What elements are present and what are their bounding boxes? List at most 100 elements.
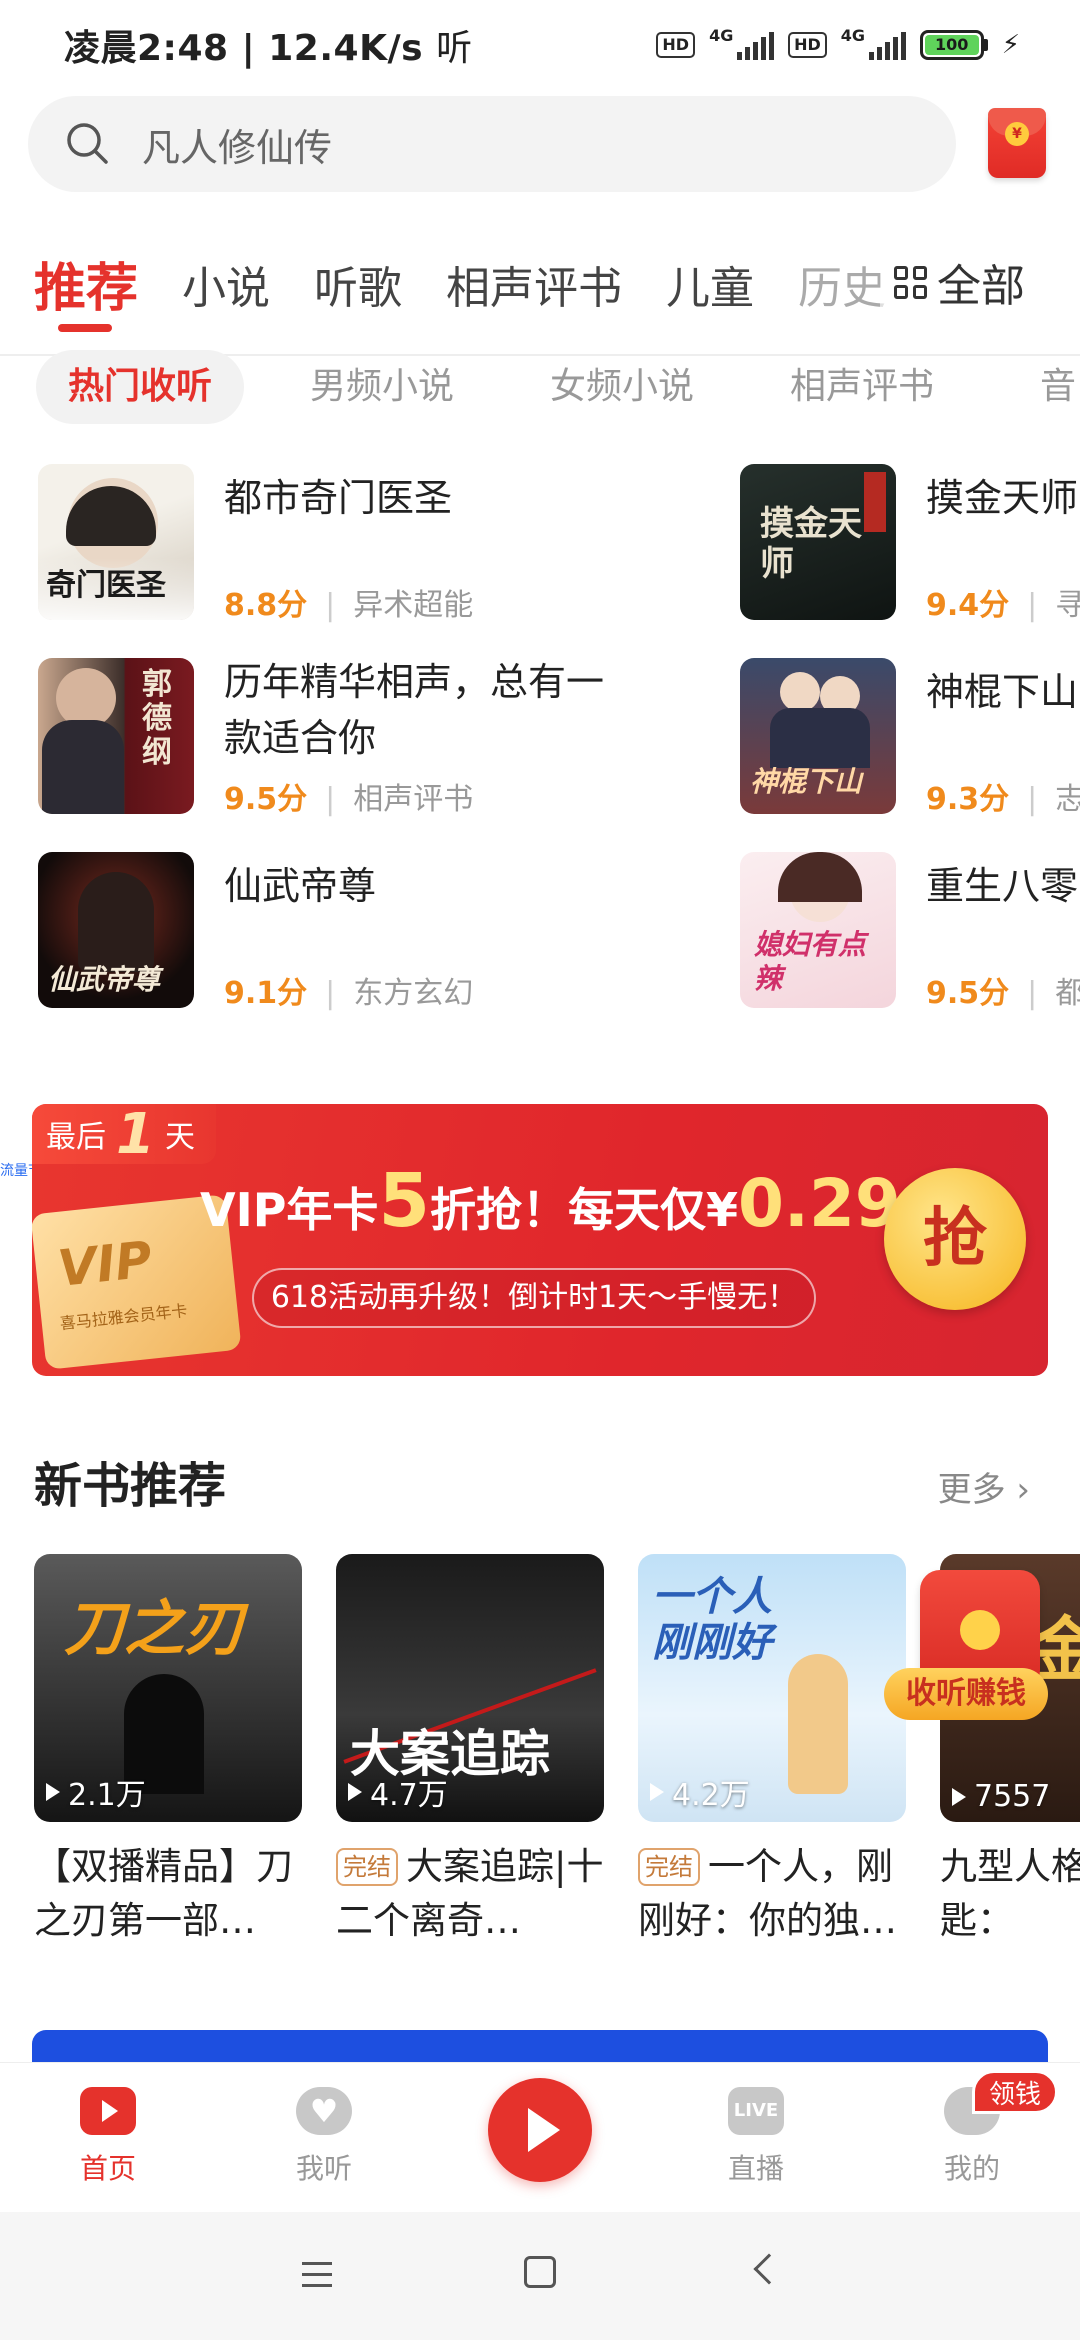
sub-tabs: 热门收听 男频小说 女频小说 相声评书 音 bbox=[0, 350, 1080, 428]
signal-icon: 4G bbox=[709, 26, 775, 60]
subtab-male-novel[interactable]: 男频小说 bbox=[310, 350, 454, 424]
status-bar: 凌晨2:48 | 12.4K/s 听 HD 4G HD 4G 100 ⚡ bbox=[0, 0, 1080, 90]
home-square-icon[interactable] bbox=[524, 2256, 556, 2288]
subtab-hot[interactable]: 热门收听 bbox=[36, 350, 245, 424]
book-score: 9.3分 bbox=[926, 782, 1010, 817]
cover-title: 奇门医圣 bbox=[46, 568, 166, 603]
tab-history[interactable]: 历史 bbox=[798, 252, 886, 316]
book-item[interactable]: 媳妇有点辣 重生八零 9.5分 | 都 bbox=[740, 852, 1080, 1012]
nav-listen[interactable]: 我听 bbox=[264, 2087, 384, 2187]
book-meta: 8.8分 | 异术超能 bbox=[224, 588, 474, 623]
play-count: 7557 bbox=[952, 1779, 1050, 1814]
subtab-female-novel[interactable]: 女频小说 bbox=[550, 350, 694, 424]
play-button[interactable] bbox=[488, 2078, 592, 2182]
book-title: 重生八零 bbox=[926, 864, 1079, 908]
play-count: 4.2万 bbox=[650, 1770, 750, 1814]
tab-children[interactable]: 儿童 bbox=[666, 252, 754, 316]
new-book-title-text: 九型人格金钥匙： bbox=[940, 1845, 1080, 1942]
nav-me-label: 我的 bbox=[943, 2152, 1000, 2185]
nav-live[interactable]: LIVE 直播 bbox=[696, 2087, 816, 2187]
new-book-card[interactable]: 刀之刃 2.1万 【双播精品】刀之刃第一部… bbox=[34, 1554, 302, 1948]
book-meta: 9.5分 | 相声评书 bbox=[224, 782, 474, 817]
book-meta: 9.3分 | 志 bbox=[926, 774, 1080, 818]
all-categories-label: 全部 bbox=[937, 261, 1025, 312]
book-cover: 仙武帝尊 bbox=[38, 852, 194, 1008]
back-icon[interactable] bbox=[753, 2253, 785, 2285]
book-score: 9.5分 bbox=[926, 976, 1010, 1011]
grab-button[interactable]: 抢 bbox=[884, 1168, 1026, 1310]
book-item[interactable]: 摸金天师 摸金天师 9.4分 | 寻 bbox=[740, 464, 1080, 624]
heart-icon bbox=[296, 2087, 352, 2135]
book-cover: 媳妇有点辣 bbox=[740, 852, 896, 1008]
red-envelope-icon[interactable]: ¥ bbox=[988, 108, 1046, 178]
vip-card-text: VIP bbox=[55, 1230, 155, 1298]
book-item[interactable]: 郭德纲 历年精华相声，总有一款适合你 9.5分 | 相声评书 bbox=[38, 658, 678, 818]
new-book-card[interactable]: 一个人刚刚好 4.2万 完结 一个人，刚刚好：你的独… bbox=[638, 1554, 906, 1948]
book-item[interactable]: 奇门医圣 都市奇门医圣 8.8分 | 异术超能 bbox=[38, 464, 678, 624]
play-icon bbox=[650, 1783, 664, 1801]
network-label: 4G bbox=[709, 26, 734, 45]
tab-recommend[interactable]: 推荐 bbox=[34, 246, 138, 321]
book-category: 相声评书 bbox=[353, 782, 474, 817]
book-score: 8.8分 bbox=[224, 588, 308, 623]
book-meta: 9.5分 | 都 bbox=[926, 968, 1080, 1012]
charging-icon: ⚡ bbox=[1001, 30, 1020, 60]
book-category: 东方玄幻 bbox=[353, 976, 474, 1011]
grid-icon bbox=[894, 265, 927, 299]
book-meta: 9.4分 | 寻 bbox=[926, 580, 1080, 624]
new-book-title: 完结 大案追踪|十二个离奇… bbox=[336, 1840, 606, 1948]
more-label: 更多 bbox=[937, 1470, 1006, 1510]
banner-subtitle: 618活动再升级！倒计时1天～手慢无！ bbox=[252, 1268, 816, 1328]
book-item[interactable]: 神棍下山 神棍下山 9.3分 | 志 bbox=[740, 658, 1080, 818]
listen-earn-label: 收听赚钱 bbox=[884, 1668, 1048, 1720]
book-cover: 摸金天师 bbox=[740, 464, 896, 620]
home-icon bbox=[80, 2087, 136, 2135]
tab-crosstalk[interactable]: 相声评书 bbox=[446, 252, 622, 316]
new-book-cover: 刀之刃 2.1万 bbox=[34, 1554, 302, 1822]
book-score: 9.5分 bbox=[224, 782, 308, 817]
tab-music[interactable]: 听歌 bbox=[314, 252, 402, 316]
vip-card-sub: 喜马拉雅会员年卡 bbox=[58, 1300, 189, 1334]
new-book-title: 九型人格金钥匙： bbox=[940, 1840, 1080, 1948]
play-count-value: 4.7万 bbox=[370, 1778, 448, 1813]
completed-badge: 完结 bbox=[638, 1848, 700, 1886]
subtab-crosstalk[interactable]: 相声评书 bbox=[790, 350, 934, 424]
subtab-music[interactable]: 音 bbox=[1040, 350, 1076, 424]
book-category: 都 bbox=[1055, 976, 1080, 1011]
cover-title: 一个人刚刚好 bbox=[652, 1574, 772, 1666]
book-score: 9.4分 bbox=[926, 588, 1010, 623]
menu-icon[interactable] bbox=[302, 2262, 332, 2295]
listen-earn-button[interactable]: 收听赚钱 bbox=[880, 1570, 1080, 1720]
cover-title: 媳妇有点辣 bbox=[754, 928, 867, 995]
play-count: 2.1万 bbox=[46, 1770, 146, 1814]
status-time: 凌晨2:48 | 12.4K/s 听 bbox=[64, 19, 473, 71]
tab-novel[interactable]: 小说 bbox=[182, 252, 270, 316]
battery-icon: 100 bbox=[919, 30, 988, 60]
nav-home-label: 首页 bbox=[79, 2152, 136, 2185]
book-title: 摸金天师 bbox=[926, 476, 1079, 520]
cover-title: 神棍下山 bbox=[750, 765, 863, 798]
new-book-card[interactable]: 大案追踪 4.7万 完结 大案追踪|十二个离奇… bbox=[336, 1554, 604, 1948]
hd-icon-2: HD bbox=[788, 32, 827, 58]
new-book-title: 【双播精品】刀之刃第一部… bbox=[34, 1840, 304, 1948]
vip-promo-banner[interactable]: 最后 1 天 VIP 喜马拉雅会员年卡 VIP年卡5折抢！每天仅¥0.29 618活… bbox=[32, 1104, 1048, 1376]
play-count-value: 2.1万 bbox=[68, 1778, 146, 1813]
new-book-cover: 大案追踪 4.7万 bbox=[336, 1554, 604, 1822]
new-book-cover: 一个人刚刚好 4.2万 bbox=[638, 1554, 906, 1822]
play-icon bbox=[952, 1787, 966, 1806]
section-title: 新书推荐 bbox=[34, 1458, 227, 1514]
search-input[interactable]: 凡人修仙传 bbox=[28, 96, 956, 192]
more-link[interactable]: 更多 › bbox=[938, 1462, 1030, 1511]
book-item[interactable]: 仙武帝尊 仙武帝尊 9.1分 | 东方玄幻 bbox=[38, 852, 678, 1012]
all-categories-button[interactable]: 全部 bbox=[880, 232, 1080, 332]
completed-badge: 完结 bbox=[336, 1848, 398, 1886]
earn-money-badge[interactable]: 领钱 bbox=[972, 2070, 1059, 2114]
network-label-2: 4G bbox=[840, 26, 865, 45]
signal-icon-2: 4G bbox=[841, 26, 906, 60]
play-count: 4.7万 bbox=[348, 1770, 448, 1814]
play-count-value: 4.2万 bbox=[672, 1778, 750, 1813]
live-icon: LIVE bbox=[728, 2087, 784, 2135]
book-title: 仙武帝尊 bbox=[224, 864, 377, 908]
search-icon bbox=[67, 123, 108, 164]
nav-home[interactable]: 首页 bbox=[48, 2087, 168, 2187]
